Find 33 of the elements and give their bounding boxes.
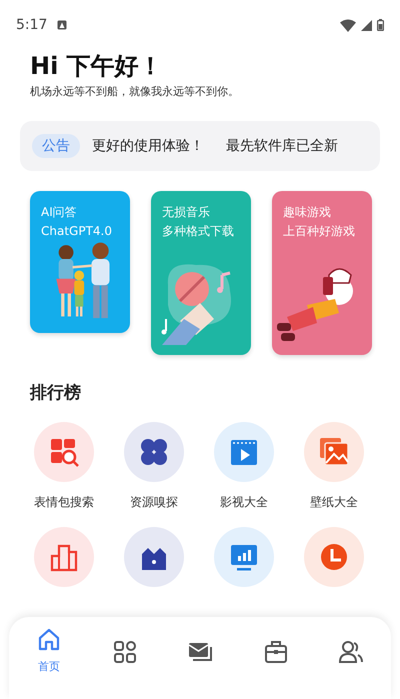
- section-heading: 排行榜: [28, 382, 82, 404]
- card-title: 趣味游戏 上百种好游戏: [283, 204, 356, 240]
- category-label: 壁纸大全: [310, 494, 358, 511]
- podium-icon: [49, 542, 79, 572]
- card-title: 无损音乐 多种格式下载: [162, 204, 235, 240]
- image-icon: [319, 437, 349, 467]
- wifi-icon: [340, 18, 356, 32]
- users-icon: [338, 639, 364, 665]
- video-icon: [229, 437, 259, 467]
- grid-icon: [112, 639, 138, 665]
- signal-icon: [361, 20, 372, 30]
- feature-card[interactable]: AI问答 ChatGPT4.0: [30, 191, 130, 333]
- notification-icon: [57, 20, 68, 30]
- toolbox-icon: [262, 639, 288, 665]
- greeting-title: Hi 下午好！: [30, 51, 164, 82]
- category-label: 影视大全: [220, 494, 268, 511]
- card-title: AI问答 ChatGPT4.0: [41, 204, 113, 240]
- battery-icon: [377, 19, 384, 31]
- category-label: 表情包搜索: [34, 494, 94, 511]
- home-icon: [36, 627, 62, 653]
- category-label: 资源嗅探: [130, 494, 178, 511]
- status-time: 5:17: [16, 17, 48, 33]
- greeting-subtitle: 机场永远等不到船，就像我永远等不到你。: [30, 84, 240, 99]
- notice-tag: 公告: [32, 134, 80, 158]
- clock-icon: [319, 542, 349, 572]
- notice-message[interactable]: 更好的使用体验！: [92, 137, 204, 155]
- search-icon: [49, 437, 79, 467]
- clover-icon: [139, 437, 169, 467]
- nav-tab[interactable]: 首页: [27, 627, 71, 674]
- notice-message[interactable]: 最先软件库已全新: [226, 137, 338, 155]
- feature-card[interactable]: 趣味游戏 上百种好游戏: [272, 191, 372, 355]
- feature-card[interactable]: 无损音乐 多种格式下载: [151, 191, 251, 355]
- monitor-chart-icon: [229, 542, 259, 572]
